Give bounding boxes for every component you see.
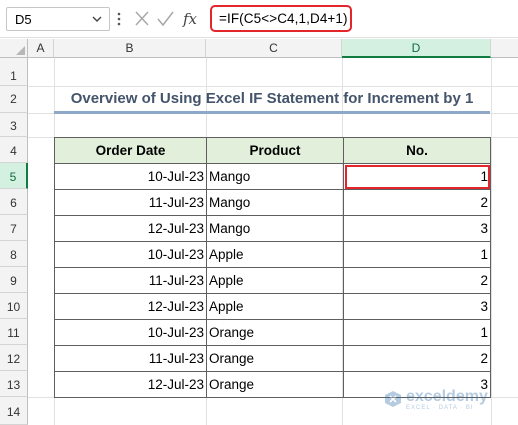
row-header-11[interactable]: 11 (0, 319, 28, 345)
exceldemy-watermark: exceldemy EXCEL · DATA · BI (384, 388, 504, 414)
cell-product[interactable]: Orange (206, 345, 344, 372)
column-header-c[interactable]: C (206, 39, 342, 58)
cell-product[interactable]: Mango (206, 163, 344, 190)
cancel-icon[interactable] (135, 11, 149, 26)
row-header-8[interactable]: 8 (0, 241, 28, 267)
enter-icon[interactable] (157, 11, 174, 27)
function-icon[interactable]: fx (182, 10, 198, 28)
row-header-3[interactable]: 3 (0, 113, 28, 137)
table-row: 11-Jul-23 Apple 2 (54, 267, 491, 294)
formula-text: =IF(C5<>C4,1,D4+1) (219, 11, 348, 26)
table-row: 10-Jul-23 Mango 1 (54, 163, 491, 190)
header-product[interactable]: Product (206, 137, 344, 164)
cell-order-date[interactable]: 10-Jul-23 (54, 163, 207, 190)
cell-order-date[interactable]: 11-Jul-23 (54, 267, 207, 294)
row-header-7[interactable]: 7 (0, 215, 28, 241)
row-header-4[interactable]: 4 (0, 137, 28, 163)
cell-no[interactable]: 2 (343, 267, 491, 294)
watermark-name: exceldemy (406, 388, 488, 405)
cell-no[interactable]: 1 (343, 319, 491, 346)
formula-bar: D5 fx =IF(C5<>C4,1,D4+1) (0, 0, 518, 38)
row-header-12[interactable]: 12 (0, 345, 28, 371)
table-row: 11-Jul-23 Mango 2 (54, 189, 491, 216)
table-row: 10-Jul-23 Apple 1 (54, 241, 491, 268)
column-header-e[interactable] (491, 39, 518, 58)
gridline (28, 86, 518, 87)
column-header-b[interactable]: B (54, 39, 206, 58)
column-header-d[interactable]: D (342, 39, 491, 58)
select-all-corner[interactable] (0, 39, 28, 58)
active-cell-d5[interactable]: 1 (343, 163, 491, 190)
cell-product[interactable]: Orange (206, 319, 344, 346)
title-underline (54, 111, 490, 114)
cell-no[interactable]: 3 (343, 293, 491, 320)
table-row: 12-Jul-23 Apple 3 (54, 293, 491, 320)
cell-order-date[interactable]: 11-Jul-23 (54, 345, 207, 372)
chevron-down-icon[interactable] (91, 13, 103, 25)
cell-order-date[interactable]: 12-Jul-23 (54, 371, 207, 398)
cell-product[interactable]: Apple (206, 241, 344, 268)
table-header-row: Order Date Product No. (54, 137, 491, 164)
name-box[interactable]: D5 (6, 7, 110, 31)
svg-text:fx: fx (182, 10, 198, 28)
cell-order-date[interactable]: 10-Jul-23 (54, 241, 207, 268)
cell-product[interactable]: Apple (206, 267, 344, 294)
cell-order-date[interactable]: 12-Jul-23 (54, 293, 207, 320)
row-header-9[interactable]: 9 (0, 267, 28, 293)
table-row: 10-Jul-23 Orange 1 (54, 319, 491, 346)
formula-input[interactable]: =IF(C5<>C4,1,D4+1) (210, 5, 352, 32)
sheet-title: Overview of Using Excel IF Statement for… (70, 90, 474, 107)
header-no[interactable]: No. (343, 137, 491, 164)
cell-product[interactable]: Mango (206, 215, 344, 242)
row-header-2[interactable]: 2 (0, 86, 28, 113)
cell-no[interactable]: 3 (343, 215, 491, 242)
header-order-date[interactable]: Order Date (54, 137, 207, 164)
table-row: 12-Jul-23 Mango 3 (54, 215, 491, 242)
more-vertical-icon[interactable] (117, 11, 121, 27)
row-header-1[interactable]: 1 (0, 58, 28, 86)
watermark-tagline: EXCEL · DATA · BI (406, 405, 474, 411)
cell-order-date[interactable]: 12-Jul-23 (54, 215, 207, 242)
cell-no[interactable]: 1 (343, 241, 491, 268)
cell-order-date[interactable]: 10-Jul-23 (54, 319, 207, 346)
cell-product[interactable]: Apple (206, 293, 344, 320)
formula-buttons: fx (135, 10, 198, 28)
row-header-14[interactable]: 14 (0, 397, 28, 425)
cell-product[interactable]: Mango (206, 189, 344, 216)
cell-product[interactable]: Orange (206, 371, 344, 398)
cell-order-date[interactable]: 11-Jul-23 (54, 189, 207, 216)
row-header-13[interactable]: 13 (0, 371, 28, 397)
cell-no[interactable]: 2 (343, 189, 491, 216)
cell-no[interactable]: 2 (343, 345, 491, 372)
data-table: Order Date Product No. 10-Jul-23 Mango 1… (54, 137, 491, 398)
table-row: 11-Jul-23 Orange 2 (54, 345, 491, 372)
row-header-5[interactable]: 5 (0, 163, 28, 189)
exceldemy-logo-icon (385, 391, 401, 407)
row-header-10[interactable]: 10 (0, 293, 28, 319)
name-box-value: D5 (15, 12, 32, 27)
row-header-6[interactable]: 6 (0, 189, 28, 215)
column-header-a[interactable]: A (28, 39, 54, 58)
